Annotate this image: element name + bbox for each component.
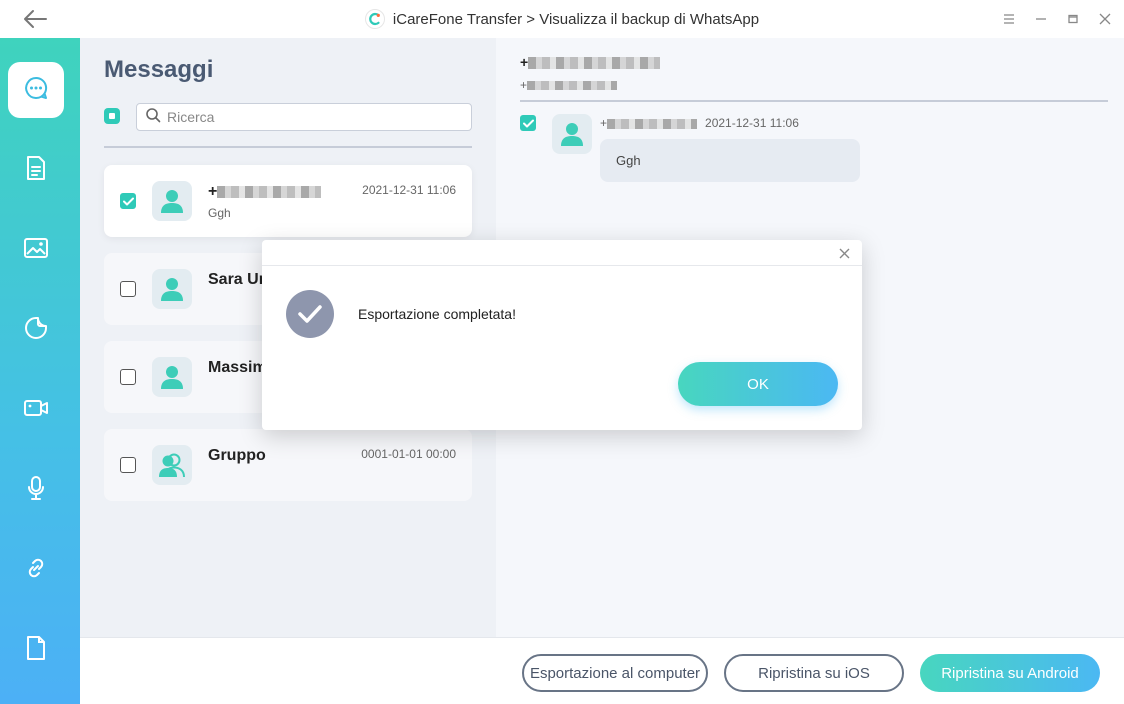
video-icon	[23, 398, 49, 423]
contact-avatar-icon	[152, 269, 192, 309]
chat-icon	[23, 75, 49, 106]
chat-name: Massim	[208, 359, 267, 376]
list-divider	[104, 146, 472, 148]
sidebar-item-stickers[interactable]	[8, 302, 64, 358]
conversation-divider	[520, 100, 1108, 102]
message-bubble: Ggh	[600, 139, 860, 182]
redacted-phone	[528, 57, 661, 70]
minimize-icon[interactable]	[1030, 8, 1052, 30]
sidebar-item-audio[interactable]	[8, 462, 64, 518]
export-complete-dialog: Esportazione completata! OK	[262, 240, 862, 430]
chat-list-item[interactable]: + Ggh 2021-12-31 11:06	[104, 165, 472, 237]
message-checkbox[interactable]	[520, 115, 536, 131]
file-icon	[25, 635, 47, 666]
chat-time: 2021-12-31 11:06	[362, 183, 456, 197]
chat-checkbox[interactable]	[120, 193, 136, 209]
bottom-action-bar: Esportazione al computer Ripristina su i…	[80, 637, 1124, 704]
conversation-title: +	[520, 54, 661, 70]
group-avatar-icon	[152, 445, 192, 485]
chat-name: +	[208, 183, 322, 201]
sticker-icon	[24, 316, 48, 345]
chat-list-item[interactable]: Gruppo 0001-01-01 00:00	[104, 429, 472, 501]
chat-checkbox[interactable]	[120, 281, 136, 297]
success-check-icon	[286, 290, 334, 338]
export-to-computer-button[interactable]: Esportazione al computer	[522, 654, 708, 692]
chat-name: Sara Ur	[208, 271, 265, 288]
redacted-phone	[217, 185, 322, 198]
search-box	[136, 103, 472, 131]
maximize-icon[interactable]	[1062, 8, 1084, 30]
contact-avatar-icon	[552, 114, 592, 154]
sidebar-item-messages[interactable]	[8, 62, 64, 118]
microphone-icon	[26, 475, 46, 506]
sidebar-item-links[interactable]	[8, 542, 64, 598]
contact-avatar-icon	[152, 181, 192, 221]
chat-name: Gruppo	[208, 447, 266, 464]
window-title: iCareFone Transfer > Visualizza il backu…	[0, 0, 1124, 38]
redacted-phone	[607, 118, 698, 129]
dialog-message: Esportazione completata!	[358, 306, 516, 322]
link-icon	[24, 556, 48, 585]
sidebar-item-files[interactable]	[8, 622, 64, 678]
chat-preview: Ggh	[208, 206, 231, 220]
sidebar-item-documents[interactable]	[8, 142, 64, 198]
sidebar-item-images[interactable]	[8, 222, 64, 278]
image-icon	[23, 237, 49, 264]
message-header: +2021-12-31 11:06	[600, 116, 799, 130]
search-input[interactable]	[167, 109, 457, 125]
restore-ios-button[interactable]: Ripristina su iOS	[724, 654, 904, 692]
contact-avatar-icon	[152, 357, 192, 397]
chat-checkbox[interactable]	[120, 457, 136, 473]
select-all-checkbox[interactable]	[104, 108, 120, 124]
sidebar	[0, 38, 80, 704]
title-bar: iCareFone Transfer > Visualizza il backu…	[0, 0, 1124, 38]
search-icon	[145, 107, 161, 128]
restore-android-button[interactable]: Ripristina su Android	[920, 654, 1100, 692]
redacted-phone	[527, 81, 618, 91]
close-window-icon[interactable]	[1094, 8, 1116, 30]
menu-icon[interactable]	[998, 8, 1020, 30]
window-title-text: iCareFone Transfer > Visualizza il backu…	[392, 10, 760, 28]
conversation-subtitle: +	[520, 78, 618, 92]
message-time: 2021-12-31 11:06	[705, 116, 799, 130]
app-logo-icon	[364, 9, 385, 29]
dialog-header	[262, 240, 862, 266]
sidebar-item-videos[interactable]	[8, 382, 64, 438]
chat-checkbox[interactable]	[120, 369, 136, 385]
list-title: Messaggi	[104, 56, 214, 83]
ok-button[interactable]: OK	[678, 362, 838, 406]
chat-time: 0001-01-01 00:00	[361, 447, 456, 461]
document-icon	[25, 155, 47, 186]
close-icon[interactable]	[836, 245, 852, 261]
